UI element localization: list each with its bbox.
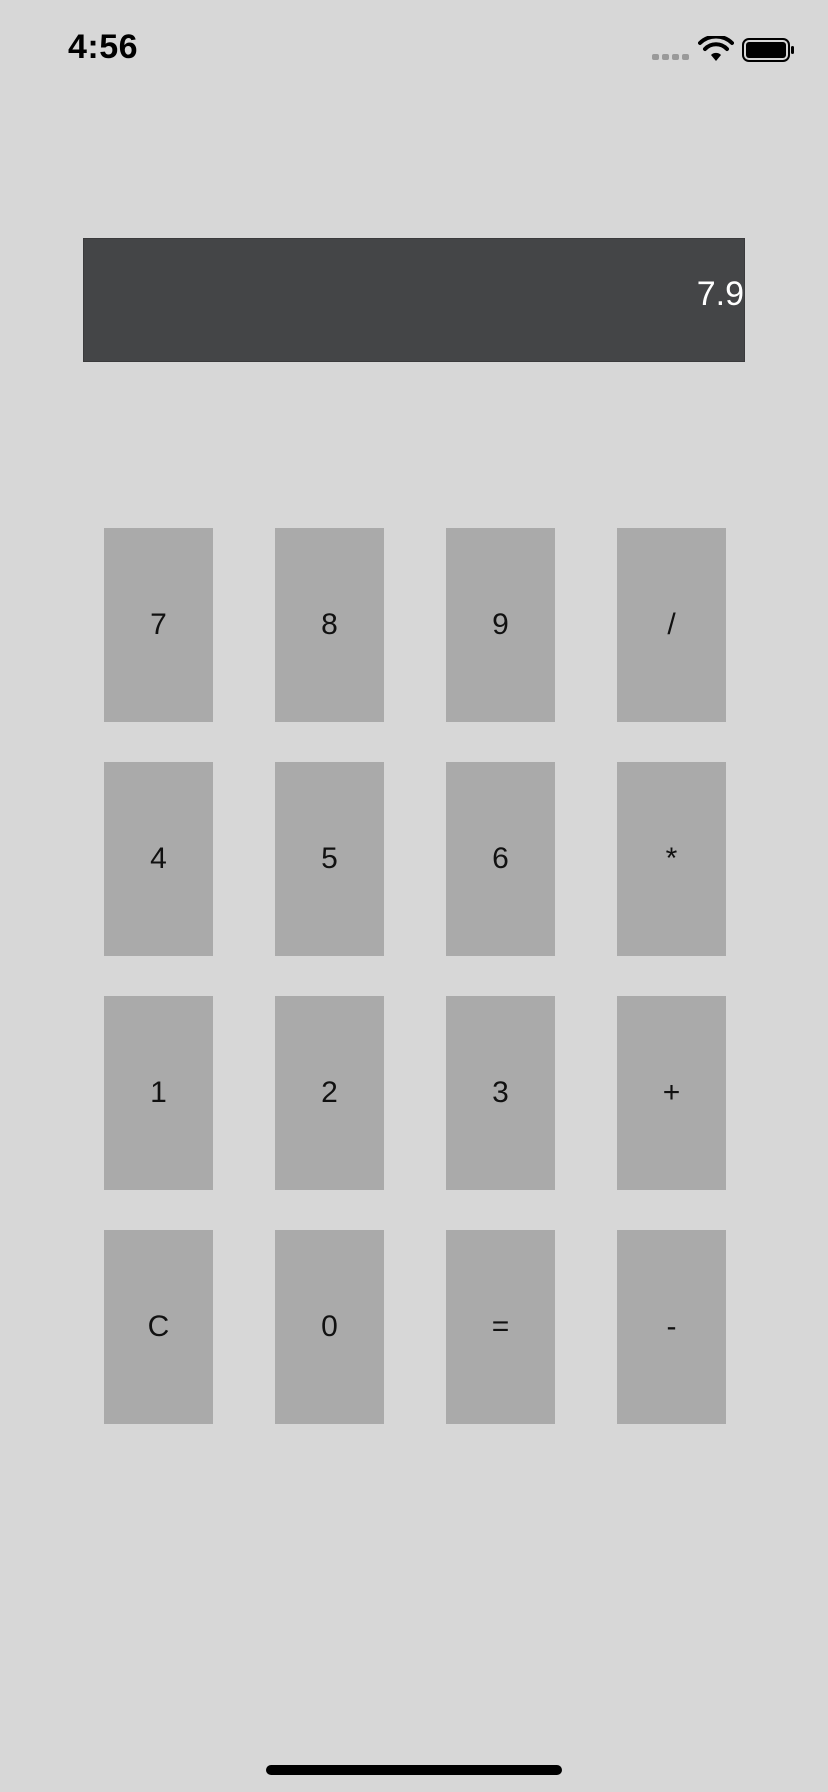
key-3[interactable]: 3 xyxy=(446,996,555,1190)
signal-icon xyxy=(652,54,689,60)
key-4[interactable]: 4 xyxy=(104,762,213,956)
key-8[interactable]: 8 xyxy=(275,528,384,722)
status-time: 4:56 xyxy=(68,28,139,66)
key-5[interactable]: 5 xyxy=(275,762,384,956)
key-0[interactable]: 0 xyxy=(275,1230,384,1424)
keypad: 7 8 9 / 4 5 6 * 1 2 3 + C 0 = - xyxy=(104,528,726,1424)
key-9[interactable]: 9 xyxy=(446,528,555,722)
key-7[interactable]: 7 xyxy=(104,528,213,722)
key-multiply[interactable]: * xyxy=(617,762,726,956)
key-equals[interactable]: = xyxy=(446,1230,555,1424)
display-value: 7.9 xyxy=(696,275,744,313)
wifi-icon xyxy=(698,36,734,61)
key-clear[interactable]: C xyxy=(104,1230,213,1424)
home-indicator[interactable] xyxy=(266,1765,562,1775)
calculator-display: 7.9 xyxy=(83,238,745,362)
battery-icon xyxy=(742,38,794,62)
key-subtract[interactable]: - xyxy=(617,1230,726,1424)
key-6[interactable]: 6 xyxy=(446,762,555,956)
key-2[interactable]: 2 xyxy=(275,996,384,1190)
key-1[interactable]: 1 xyxy=(104,996,213,1190)
key-add[interactable]: + xyxy=(617,996,726,1190)
key-divide[interactable]: / xyxy=(617,528,726,722)
status-bar: 4:56 xyxy=(0,0,828,96)
